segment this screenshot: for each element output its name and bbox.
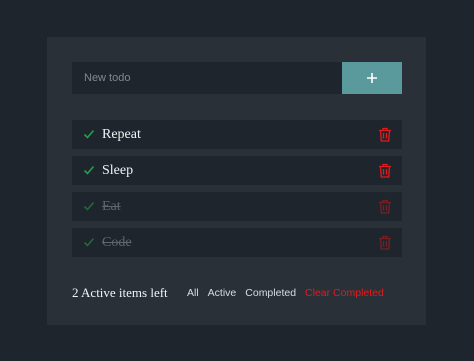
check-icon[interactable]	[83, 164, 95, 176]
trash-icon[interactable]	[378, 199, 392, 214]
active-count: 2 Active items left	[72, 285, 168, 300]
todo-label: Eat	[102, 199, 121, 214]
todo-item-completed: Eat	[72, 192, 402, 221]
new-todo-input[interactable]	[72, 62, 342, 94]
todo-item: Sleep	[72, 156, 402, 185]
trash-icon[interactable]	[378, 127, 392, 142]
trash-icon[interactable]	[378, 163, 392, 178]
check-icon[interactable]	[83, 236, 95, 248]
todo-card: Repeat Sleep Eat	[47, 37, 426, 325]
trash-icon[interactable]	[378, 235, 392, 250]
todo-footer: 2 Active items left All Active Completed Cl…	[72, 285, 412, 303]
todo-label: Sleep	[102, 163, 134, 178]
filter-all[interactable]: All	[187, 287, 199, 299]
check-icon[interactable]	[83, 200, 95, 212]
add-todo-button[interactable]	[342, 62, 402, 94]
filter-completed[interactable]: Completed	[245, 287, 296, 299]
clear-completed-button[interactable]: Clear Completed	[305, 287, 384, 299]
todo-item-completed: Code	[72, 228, 402, 257]
todo-list: Repeat Sleep Eat Code	[72, 120, 402, 264]
todo-label: Repeat	[102, 127, 141, 142]
plus-icon	[367, 73, 377, 83]
filter-bar: All Active Completed Clear Completed	[187, 287, 384, 299]
new-todo-row	[72, 62, 402, 94]
todo-item: Repeat	[72, 120, 402, 149]
check-icon[interactable]	[83, 128, 95, 140]
todo-label: Code	[102, 235, 132, 250]
filter-active[interactable]: Active	[208, 287, 237, 299]
